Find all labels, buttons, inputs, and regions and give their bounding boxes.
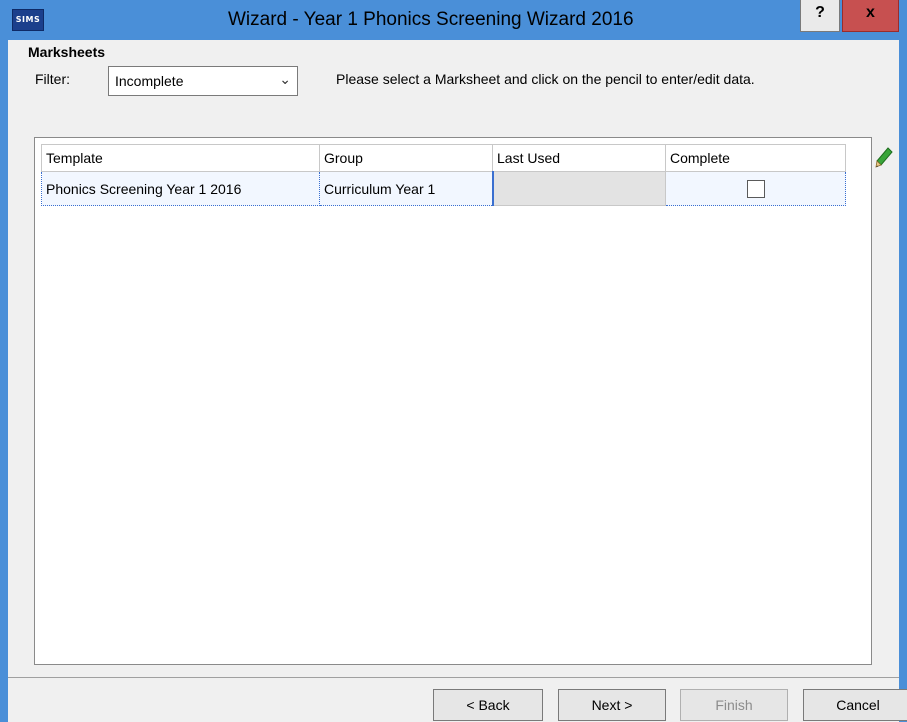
complete-checkbox[interactable] — [746, 179, 765, 198]
marksheet-grid: Template Group Last Used Complete Phonic… — [34, 137, 872, 665]
filter-label: Filter: — [35, 71, 70, 87]
wizard-window: SIMS Wizard - Year 1 Phonics Screening W… — [0, 0, 907, 722]
cancel-button[interactable]: Cancel — [803, 689, 907, 721]
sims-logo-icon: SIMS — [12, 9, 44, 31]
help-button[interactable]: ? — [800, 0, 840, 32]
column-header-last-used[interactable]: Last Used — [492, 144, 666, 172]
table-header-row: Template Group Last Used Complete — [41, 144, 846, 172]
footer-separator — [8, 677, 899, 678]
cell-last-used[interactable] — [491, 171, 666, 206]
title-bar[interactable]: SIMS Wizard - Year 1 Phonics Screening W… — [8, 0, 899, 40]
chevron-down-icon: ⌄ — [279, 71, 291, 87]
cell-complete[interactable] — [665, 171, 846, 206]
back-button[interactable]: < Back — [433, 689, 543, 721]
window-title: Wizard - Year 1 Phonics Screening Wizard… — [228, 9, 634, 30]
column-header-complete[interactable]: Complete — [665, 144, 846, 172]
filter-dropdown[interactable]: Incomplete ⌄ — [108, 66, 298, 96]
column-header-group[interactable]: Group — [319, 144, 493, 172]
close-button[interactable]: x — [842, 0, 899, 32]
cell-group[interactable]: Curriculum Year 1 — [319, 171, 493, 206]
finish-button[interactable]: Finish — [680, 689, 788, 721]
table-row[interactable]: Phonics Screening Year 1 2016 Curriculum… — [41, 171, 846, 206]
next-button[interactable]: Next > — [558, 689, 666, 721]
filter-selected-value: Incomplete — [115, 73, 184, 89]
section-title: Marksheets — [28, 44, 106, 60]
column-header-template[interactable]: Template — [41, 144, 320, 172]
cell-template[interactable]: Phonics Screening Year 1 2016 — [41, 171, 320, 206]
instruction-text: Please select a Marksheet and click on t… — [336, 71, 755, 87]
pencil-icon[interactable] — [874, 146, 894, 170]
marksheet-table: Template Group Last Used Complete Phonic… — [41, 144, 846, 206]
